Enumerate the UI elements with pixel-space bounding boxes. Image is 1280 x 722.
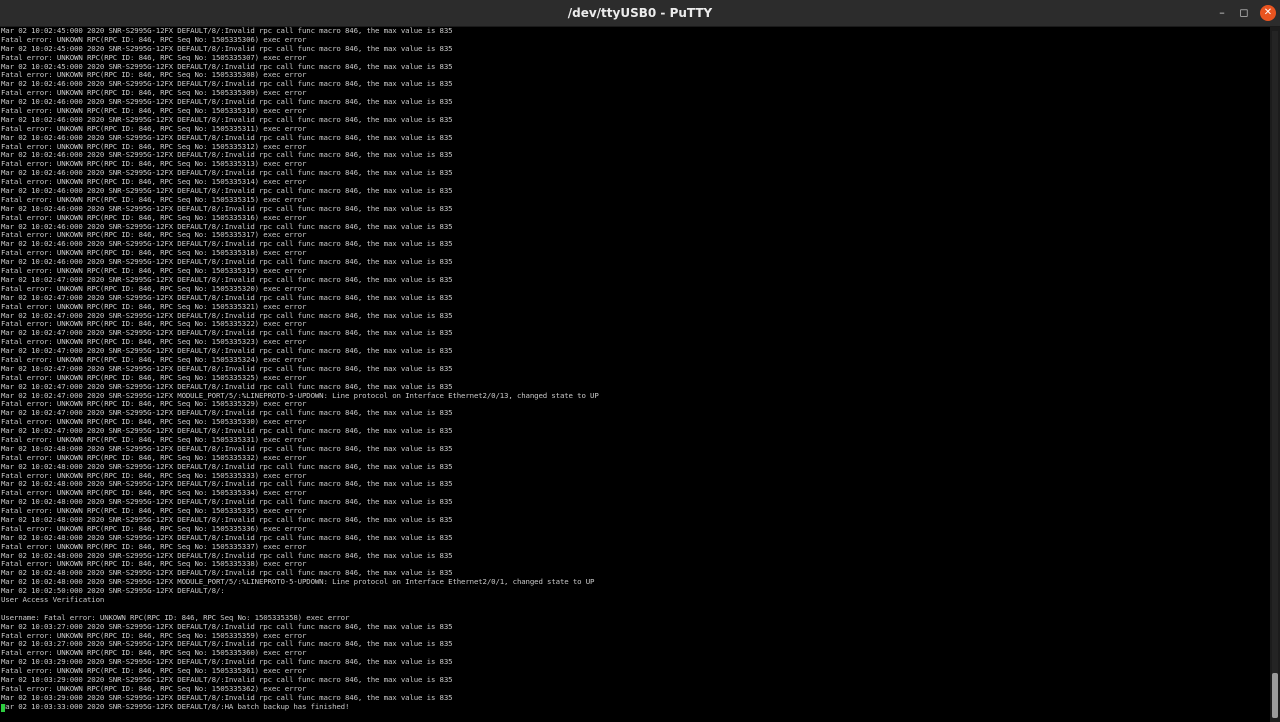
terminal-output[interactable]: Mar 02 10:02:45:000 2020 SNR-S2995G-12FX…	[0, 27, 1270, 722]
close-icon[interactable]: ✕	[1260, 5, 1276, 21]
terminal-line: Mar 02 10:03:33:000 2020 SNR-S2995G-12FX…	[1, 701, 350, 711]
scrollbar-thumb[interactable]	[1272, 673, 1278, 718]
scrollbar-track[interactable]	[1272, 31, 1278, 718]
vertical-scrollbar[interactable]	[1270, 27, 1280, 722]
window-titlebar[interactable]: /dev/ttyUSB0 - PuTTY – ◻ ✕	[0, 0, 1280, 27]
window-title: /dev/ttyUSB0 - PuTTY	[567, 6, 713, 20]
terminal-cursor	[1, 703, 5, 712]
terminal-line: User Access Verification	[1, 595, 105, 604]
maximize-icon[interactable]: ◻	[1236, 5, 1252, 21]
terminal-lines: Mar 02 10:02:45:000 2020 SNR-S2995G-12FX…	[1, 27, 599, 712]
minimize-icon[interactable]: –	[1214, 5, 1230, 21]
